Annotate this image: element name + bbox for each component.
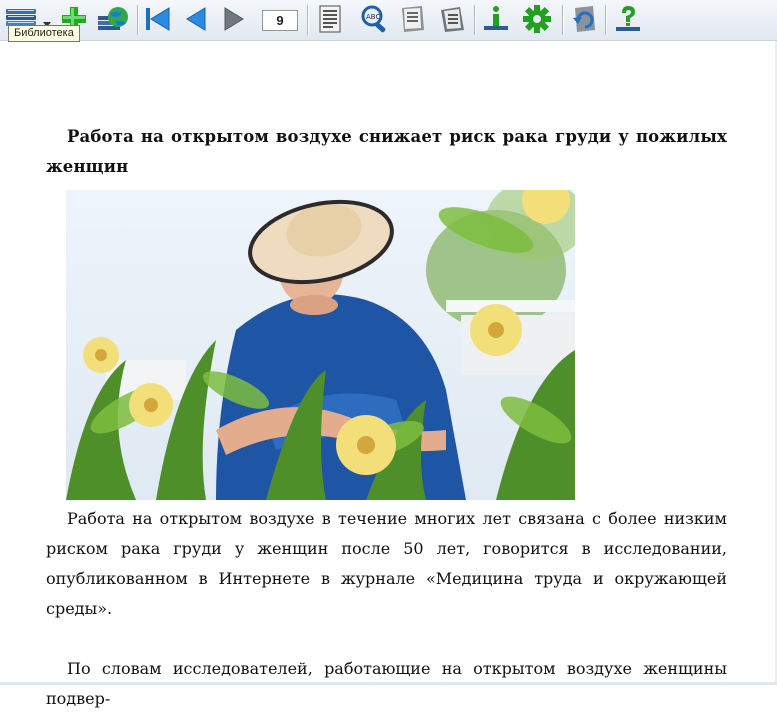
document-content: Работа на открытом воздухе снижает риск …	[46, 122, 727, 714]
next-page-button[interactable]	[218, 3, 250, 35]
rotate-icon	[573, 6, 595, 32]
first-page-icon	[146, 7, 170, 31]
table-of-contents-button[interactable]	[313, 3, 347, 35]
page-number-field[interactable]: 9	[262, 10, 298, 31]
toolbar-separator	[137, 5, 138, 35]
rotate-button[interactable]	[567, 3, 601, 35]
article-photo	[66, 190, 575, 500]
tooltip: Библиотека	[8, 25, 80, 42]
document-list-icon	[319, 5, 341, 33]
toolbar: 9 ABC	[0, 0, 777, 41]
info-icon	[484, 6, 508, 30]
arrow-left-icon	[186, 7, 206, 31]
question-icon	[616, 6, 640, 31]
help-button[interactable]	[611, 3, 645, 35]
arrow-right-icon	[224, 7, 244, 31]
magnifier-icon: ABC	[361, 5, 386, 33]
first-page-button[interactable]	[142, 3, 174, 35]
toolbar-separator	[605, 5, 606, 35]
toolbar-separator	[562, 5, 563, 35]
pages-view-button[interactable]	[436, 3, 470, 35]
toolbar-separator	[474, 5, 475, 35]
globe-icon	[98, 7, 128, 30]
book-pages-icon	[441, 7, 464, 32]
gear-icon	[523, 5, 551, 33]
page-view-button[interactable]	[396, 3, 430, 35]
search-button[interactable]: ABC	[358, 3, 392, 35]
book-page-icon	[402, 6, 424, 32]
toolbar-separator	[307, 5, 308, 35]
article-paragraph: Работа на открытом воздухе в течение мно…	[46, 509, 727, 618]
info-button[interactable]	[479, 3, 513, 35]
network-button[interactable]	[95, 3, 131, 35]
previous-page-button[interactable]	[180, 3, 212, 35]
svg-text:ABC: ABC	[366, 13, 380, 21]
article-heading: Работа на открытом воздухе снижает риск …	[46, 127, 727, 176]
settings-button[interactable]	[519, 3, 555, 35]
